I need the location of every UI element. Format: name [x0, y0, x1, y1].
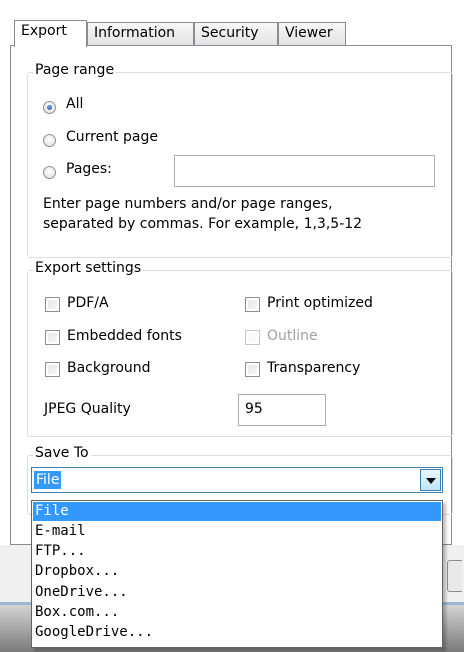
- dropdown-option-box[interactable]: Box.com...: [33, 603, 441, 622]
- checkbox-pdfa-label[interactable]: PDF/A: [67, 295, 109, 311]
- checkbox-embedded-fonts[interactable]: [45, 330, 60, 345]
- checkbox-print-optimized[interactable]: [245, 297, 260, 312]
- save-to-legend: Save To: [33, 445, 91, 461]
- checkbox-transparency-label[interactable]: Transparency: [267, 360, 360, 376]
- dropdown-option-ftp[interactable]: FTP...: [33, 542, 441, 561]
- tab-security-label: Security: [201, 25, 259, 41]
- radio-all-label[interactable]: All: [66, 96, 83, 112]
- checkbox-pdfa[interactable]: [45, 297, 60, 312]
- dropdown-option-file[interactable]: File: [33, 502, 441, 521]
- dropdown-option-email[interactable]: E-mail: [33, 522, 441, 541]
- jpeg-quality-input[interactable]: 95: [238, 394, 326, 426]
- radio-pages-label[interactable]: Pages:: [66, 161, 112, 177]
- tab-viewer-label: Viewer: [285, 25, 333, 41]
- radio-pages[interactable]: [43, 166, 56, 179]
- jpeg-quality-label: JPEG Quality: [44, 401, 131, 417]
- checkbox-outline-label: Outline: [267, 328, 318, 344]
- dropdown-option-dropbox[interactable]: Dropbox...: [33, 562, 441, 581]
- checkbox-background-label[interactable]: Background: [67, 360, 151, 376]
- tab-viewer[interactable]: Viewer: [278, 22, 346, 45]
- checkbox-outline: [245, 330, 260, 345]
- chevron-down-icon[interactable]: [420, 469, 441, 491]
- tab-information[interactable]: Information: [87, 22, 194, 45]
- page-range-legend: Page range: [33, 62, 117, 78]
- dropdown-option-onedrive[interactable]: OneDrive...: [33, 583, 441, 602]
- footer-button-edge[interactable]: [447, 560, 462, 592]
- checkbox-background[interactable]: [45, 362, 60, 377]
- checkbox-transparency[interactable]: [245, 362, 260, 377]
- save-to-selected-value: File: [34, 471, 62, 489]
- tab-export-label: Export: [21, 23, 67, 39]
- tab-security[interactable]: Security: [194, 22, 278, 45]
- page-range-hint-line1: Enter page numbers and/or page ranges,: [43, 196, 333, 212]
- export-settings-legend: Export settings: [33, 260, 144, 276]
- checkbox-print-optimized-label[interactable]: Print optimized: [267, 295, 373, 311]
- dropdown-option-googledrive[interactable]: GoogleDrive...: [33, 623, 441, 642]
- page-range-hint-line2: separated by commas. For example, 1,3,5-…: [43, 216, 363, 232]
- tab-export[interactable]: Export: [14, 20, 87, 47]
- radio-current-page-label[interactable]: Current page: [66, 129, 158, 145]
- radio-all[interactable]: [43, 101, 56, 114]
- radio-current-page[interactable]: [43, 134, 56, 147]
- save-to-combobox[interactable]: File: [31, 467, 443, 493]
- save-to-dropdown-list: File E-mail FTP... Dropbox... OneDrive..…: [31, 500, 443, 648]
- tab-information-label: Information: [94, 25, 176, 41]
- pages-input[interactable]: [174, 155, 435, 187]
- checkbox-embedded-fonts-label[interactable]: Embedded fonts: [67, 328, 182, 344]
- jpeg-quality-value: 95: [245, 401, 263, 417]
